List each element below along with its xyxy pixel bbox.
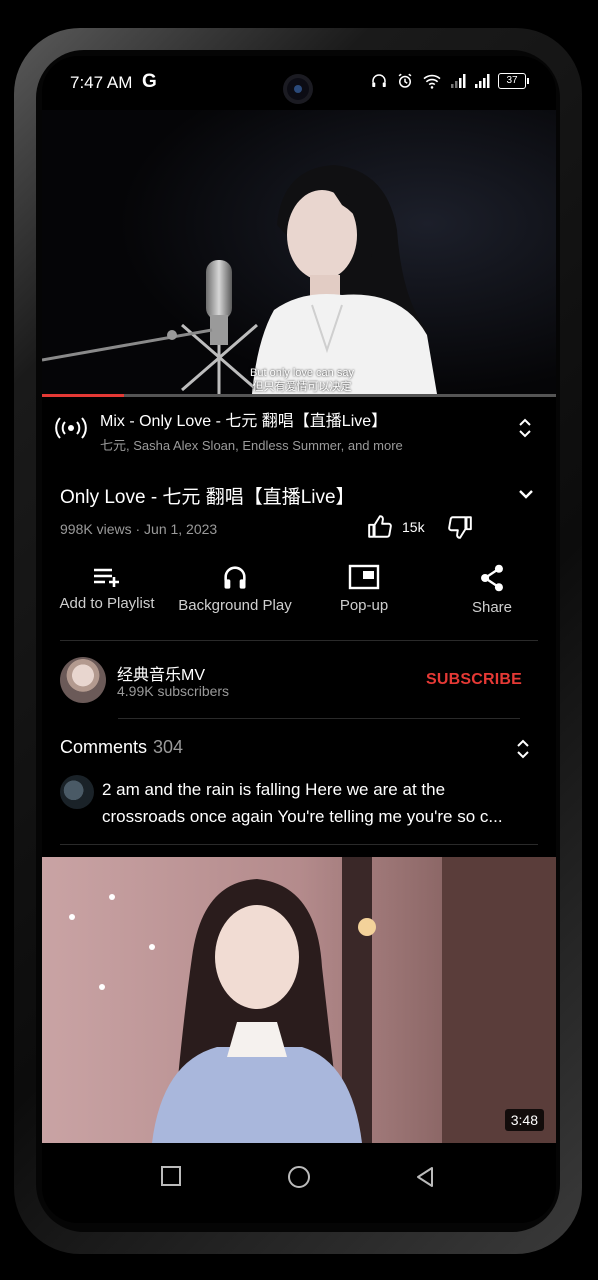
background-play-button[interactable]: Background Play (170, 563, 300, 614)
status-time: 7:47 AM (70, 73, 133, 92)
google-icon: G (142, 71, 157, 92)
next-video-thumbnail[interactable]: 3:48 (42, 857, 556, 1143)
channel-name[interactable]: 经典音乐MV (117, 661, 205, 685)
share-icon (481, 564, 503, 592)
phone-screen: 7:47 AM G 37 But only love can say 但只有爱情… (42, 56, 556, 1223)
channel-avatar[interactable] (60, 657, 106, 703)
popup-button[interactable]: Pop-up (324, 563, 404, 614)
recents-button[interactable] (160, 1165, 182, 1187)
expand-icon[interactable] (516, 738, 530, 760)
playlist-add-icon (94, 568, 119, 587)
alarm-icon (398, 73, 412, 88)
comment-avatar[interactable] (60, 775, 94, 809)
comments-count: 304 (153, 737, 184, 757)
chevron-down-icon[interactable] (518, 488, 534, 500)
comments-header[interactable]: Comments 304 (60, 737, 183, 758)
mix-title: Mix - Only Love - 七元 翻唱【直播Live】 (100, 413, 388, 430)
wifi-icon (423, 74, 441, 89)
mix-broadcast-icon (55, 417, 87, 439)
top-comment[interactable]: 2 am and the rain is falling Here we are… (102, 776, 538, 830)
mix-subtitle: 七元, Sasha Alex Sloan, Endless Summer, an… (100, 438, 403, 453)
video-subtitle: But only love can say 但只有爱情可以决定 (250, 367, 354, 393)
subscribe-button[interactable]: SUBSCRIBE (426, 671, 522, 689)
channel-subscribers: 4.99K subscribers (117, 683, 230, 699)
like-count: 15k (402, 519, 425, 535)
mix-playlist-row[interactable]: Mix - Only Love - 七元 翻唱【直播Live】 七元, Sash… (42, 397, 556, 463)
divider (118, 718, 520, 719)
back-button[interactable] (414, 1165, 436, 1189)
channel-row[interactable]: 经典音乐MV 4.99K subscribers SUBSCRIBE (42, 649, 556, 715)
signal-icon (451, 74, 466, 88)
video-frame (42, 110, 556, 394)
video-duration: 3:48 (504, 1109, 544, 1131)
battery-icon: 37 (498, 73, 529, 89)
status-icons: 37 (370, 72, 529, 90)
signal-icon (475, 74, 490, 88)
video-player[interactable]: But only love can say 但只有爱情可以决定 (42, 110, 556, 394)
thumbs-down-icon[interactable] (446, 514, 474, 540)
front-camera (287, 78, 309, 100)
headphones-icon (372, 74, 386, 87)
like-button[interactable]: 15k (366, 514, 425, 540)
headphones-icon (224, 566, 246, 589)
action-bar: Add to Playlist Background Play Pop-up S… (42, 563, 556, 633)
divider (60, 844, 538, 845)
navigation-bar (42, 1143, 556, 1223)
status-bar: 7:47 AM G 37 (42, 56, 556, 110)
video-meta: 998K views · Jun 1, 2023 (60, 521, 218, 537)
video-title: Only Love - 七元 翻唱【直播Live】 (60, 487, 355, 508)
popup-icon (348, 564, 380, 590)
home-button[interactable] (287, 1165, 311, 1189)
divider (60, 640, 538, 641)
thumbs-up-icon (368, 515, 392, 538)
expand-icon[interactable] (518, 417, 532, 439)
thumbnail-image (42, 857, 556, 1143)
share-button[interactable]: Share (452, 563, 532, 616)
add-to-playlist-button[interactable]: Add to Playlist (52, 563, 162, 612)
